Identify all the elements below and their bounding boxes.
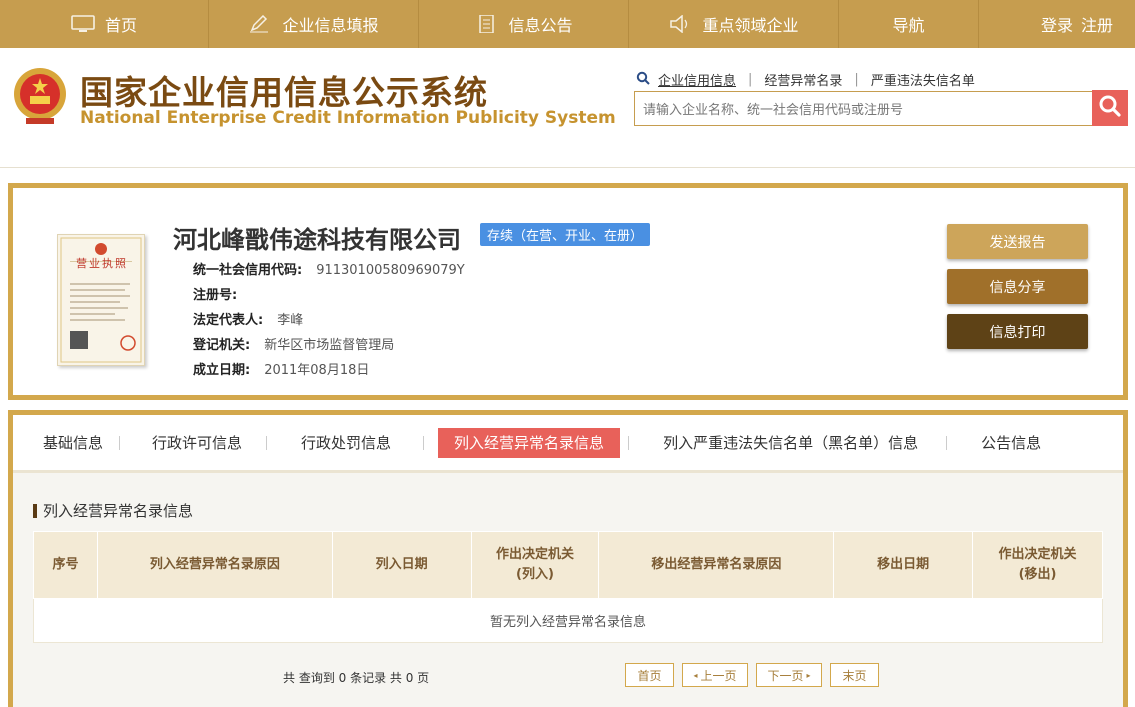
speaker-icon <box>668 14 692 34</box>
monitor-icon <box>71 15 95 33</box>
pager-summary: 共 查询到 0 条记录 共 0 页 <box>283 671 430 685</box>
share-info-button[interactable]: 信息分享 <box>947 269 1088 304</box>
tab-divider <box>628 435 630 450</box>
quick-link-divider: | <box>854 72 859 87</box>
tab-announcements[interactable]: 公告信息 <box>965 428 1057 458</box>
tab-abnormal-list[interactable]: 列入经营异常名录信息 <box>438 427 621 458</box>
status-badge: 存续（在营、开业、在册） <box>480 223 651 246</box>
field-founded: 成立日期: 2011年08月18日 <box>193 359 369 378</box>
site-title: 国家企业信用信息公示系统 <box>80 73 488 112</box>
col-header: 列入经营异常名录原因 <box>96 531 333 599</box>
nav-key-enterprises-label: 重点领域企业 <box>702 16 799 35</box>
field-reg-no: 注册号: <box>193 284 251 303</box>
print-info-button[interactable]: 信息打印 <box>947 314 1088 349</box>
nav-announcements-label: 信息公告 <box>508 16 573 35</box>
section-title-marker <box>33 503 37 518</box>
quick-link-divider: | <box>748 72 753 87</box>
nav-home[interactable]: 首页 <box>0 0 209 48</box>
table-row: 暂无列入经营异常名录信息 <box>33 598 1103 643</box>
table-header-row: 序号 列入经营异常名录原因 列入日期 作出决定机关 (列入) 移出经营异常名录原因… <box>33 531 1103 599</box>
last-page-button[interactable]: 末页 <box>830 663 879 687</box>
field-value: 李峰 <box>277 313 304 328</box>
company-panel: 营业执照 河北峰戬伟途科技有限公司 存续（在营、开业、在册） 统一社会信用代码:… <box>8 183 1128 400</box>
field-credit-code: 统一社会信用代码: 91130100580969079Y <box>193 259 465 278</box>
first-page-button[interactable]: 首页 <box>625 663 674 687</box>
nav-enterprise-report[interactable]: 企业信息填报 <box>209 0 419 48</box>
license-title: 营业执照 <box>76 257 128 270</box>
search-button[interactable] <box>1092 90 1128 126</box>
section-title-text: 列入经营异常名录信息 <box>43 502 194 520</box>
col-header: 移出经营异常名录原因 <box>598 531 835 599</box>
field-label: 登记机关: <box>193 338 251 353</box>
nav-home-label: 首页 <box>104 16 137 35</box>
col-header: 列入日期 <box>331 531 472 599</box>
nav-account: 登录 注册 <box>979 0 1135 48</box>
field-label: 法定代表人: <box>193 313 264 328</box>
field-value: 2011年08月18日 <box>264 363 370 378</box>
tab-bar: 基础信息 行政许可信息 行政处罚信息 列入经营异常名录信息 列入严重违法失信名单… <box>13 415 1123 473</box>
empty-message: 暂无列入经营异常名录信息 <box>33 598 1103 643</box>
pencil-icon <box>248 14 272 33</box>
col-header: 序号 <box>33 531 98 599</box>
search-placeholder: 请输入企业名称、统一社会信用代码或注册号 <box>643 103 904 118</box>
tab-divider <box>266 435 268 450</box>
col-header: 作出决定机关 (列入) <box>470 531 600 599</box>
chevron-right-icon: ▸ <box>806 670 811 680</box>
pagination: 首页 ◂ 上一页 下一页 ▸ 末页 <box>625 663 887 687</box>
tab-divider <box>423 435 425 450</box>
next-page-button[interactable]: 下一页 ▸ <box>756 663 822 687</box>
tab-divider <box>946 435 948 450</box>
document-icon <box>474 14 498 34</box>
site-title-en: National Enterprise Credit Information P… <box>80 108 616 128</box>
prev-page-button[interactable]: ◂ 上一页 <box>682 663 748 687</box>
nav-key-enterprises[interactable]: 重点领域企业 <box>629 0 839 48</box>
field-label: 统一社会信用代码: <box>193 263 303 278</box>
field-value: 新华区市场监督管理局 <box>264 338 395 353</box>
top-nav: 首页 企业信息填报 信息公告 重点领域企业 导航 登录 注册 <box>0 0 1135 48</box>
field-label: 成立日期: <box>193 363 251 378</box>
nav-guide-label: 导航 <box>892 16 925 35</box>
field-value: 91130100580969079Y <box>316 263 465 278</box>
chevron-left-icon: ◂ <box>693 670 698 680</box>
field-authority: 登记机关: 新华区市场监督管理局 <box>193 334 394 353</box>
abnormal-list-table: 序号 列入经营异常名录原因 列入日期 作出决定机关 (列入) 移出经营异常名录原因… <box>33 531 1103 643</box>
search-small-icon <box>636 71 650 89</box>
send-report-button[interactable]: 发送报告 <box>947 224 1088 259</box>
nav-enterprise-report-label: 企业信息填报 <box>282 16 379 35</box>
field-label: 注册号: <box>193 288 238 303</box>
tab-basic-info[interactable]: 基础信息 <box>27 428 119 458</box>
business-license-image: 营业执照 <box>57 234 145 366</box>
nav-announcements[interactable]: 信息公告 <box>419 0 629 48</box>
search-input[interactable]: 请输入企业名称、统一社会信用代码或注册号 <box>634 91 1094 126</box>
tab-admin-permit[interactable]: 行政许可信息 <box>136 428 258 458</box>
tab-admin-penalty[interactable]: 行政处罚信息 <box>285 428 407 458</box>
quick-link-blacklist[interactable]: 严重违法失信名单 <box>871 70 975 89</box>
register-link[interactable]: 注册 <box>1081 12 1113 36</box>
col-header: 作出决定机关 (移出) <box>972 531 1103 599</box>
detail-section: 基础信息 行政许可信息 行政处罚信息 列入经营异常名录信息 列入严重违法失信名单… <box>8 410 1128 707</box>
tab-divider <box>119 435 121 450</box>
section-title: 列入经营异常名录信息 <box>33 500 193 521</box>
company-name: 河北峰戬伟途科技有限公司 <box>173 226 461 254</box>
search-icon <box>1098 94 1122 122</box>
national-emblem-logo <box>10 66 70 128</box>
col-header: 移出日期 <box>833 531 974 599</box>
tab-blacklist[interactable]: 列入严重违法失信名单（黑名单）信息 <box>647 428 934 458</box>
login-link[interactable]: 登录 <box>1041 12 1073 36</box>
quick-links: 企业信用信息 | 经营异常名录 | 严重违法失信名单 <box>636 70 975 89</box>
quick-link-credit[interactable]: 企业信用信息 <box>658 70 736 89</box>
site-header: 国家企业信用信息公示系统 National Enterprise Credit … <box>0 48 1135 168</box>
quick-link-abnormal[interactable]: 经营异常名录 <box>764 70 842 89</box>
field-legal-rep: 法定代表人: 李峰 <box>193 309 303 328</box>
nav-guide[interactable]: 导航 <box>839 0 979 48</box>
